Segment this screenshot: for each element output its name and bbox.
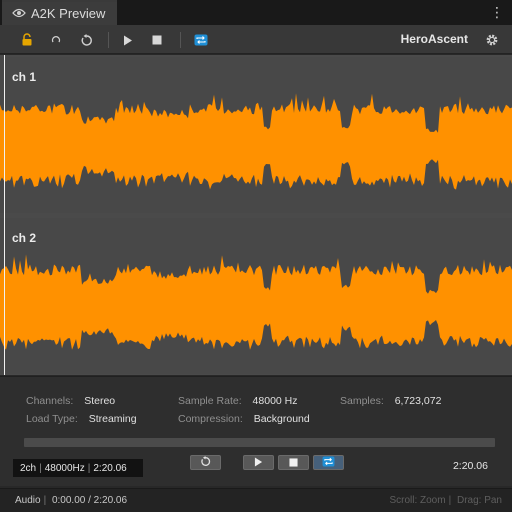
- progress-bar[interactable]: [24, 438, 495, 447]
- play-button[interactable]: [243, 455, 274, 470]
- asset-name: HeroAscent: [400, 32, 468, 46]
- sample-rate-field: Sample Rate: 48000 Hz: [178, 395, 298, 407]
- repeat-icon: [322, 454, 335, 472]
- repeat-icon[interactable]: [191, 30, 211, 50]
- status-hints: Scroll: Zoom | Drag: Pan: [389, 495, 502, 506]
- playback-position: 0:00.00 / 2:20.06: [51, 495, 128, 506]
- format-channels: 2ch: [20, 462, 37, 474]
- channel-2: ch 2: [0, 218, 512, 374]
- stop-button[interactable]: [278, 455, 309, 470]
- duration-label: 2:20.06: [452, 460, 488, 472]
- samples-label: Samples:: [340, 395, 384, 407]
- drag-hint: Drag: Pan: [456, 495, 502, 506]
- toolbar-divider: [180, 32, 181, 48]
- toolbar-divider: [108, 32, 109, 48]
- channels-value: Stereo: [84, 395, 116, 407]
- load-type-value: Streaming: [88, 413, 137, 425]
- waveform-view[interactable]: ch 1 ch 2: [0, 55, 512, 375]
- refresh-icon: [200, 454, 211, 472]
- status-bar: Audio | 0:00.00 / 2:20.06 Scroll: Zoom | D…: [0, 488, 512, 512]
- playhead[interactable]: [4, 55, 5, 375]
- stop-icon[interactable]: [147, 30, 167, 50]
- eye-icon: [12, 5, 26, 23]
- toolbar: HeroAscent: [0, 25, 512, 54]
- load-type-field: Load Type: Streaming: [26, 413, 137, 425]
- loop-button[interactable]: [313, 455, 344, 470]
- format-badge: 2ch | 48000Hz | 2:20.06: [13, 459, 143, 477]
- sample-rate-value: 48000 Hz: [252, 395, 298, 407]
- samples-value: 6,723,072: [394, 395, 442, 407]
- tab-title: A2K Preview: [31, 6, 106, 21]
- gear-icon[interactable]: [482, 30, 502, 50]
- channels-field: Channels: Stereo: [26, 395, 115, 407]
- waveform-ch2: [0, 254, 512, 350]
- play-icon: [254, 454, 263, 472]
- tab-bar: A2K Preview ⋮: [0, 0, 512, 25]
- channel-1: ch 1: [0, 57, 512, 213]
- rewind-button[interactable]: [190, 455, 221, 470]
- samples-field: Samples: 6,723,072: [340, 395, 441, 407]
- format-rate: 48000Hz: [44, 462, 85, 474]
- sample-rate-label: Sample Rate:: [178, 395, 242, 407]
- compression-label: Compression:: [178, 413, 243, 425]
- compression-field: Compression: Background: [178, 413, 310, 425]
- stop-icon: [289, 454, 298, 472]
- play-icon[interactable]: [118, 30, 138, 50]
- load-type-label: Load Type:: [26, 413, 78, 425]
- status-left: Audio | 0:00.00 / 2:20.06: [15, 495, 128, 506]
- format-length: 2:20.06: [93, 462, 127, 474]
- asset-type: Audio: [15, 495, 41, 506]
- lock-icon[interactable]: [17, 30, 37, 50]
- kebab-menu-icon[interactable]: ⋮: [490, 3, 504, 21]
- refresh-icon[interactable]: [76, 30, 96, 50]
- loop-small-icon[interactable]: [46, 30, 66, 50]
- scroll-hint: Scroll: Zoom: [389, 495, 446, 506]
- compression-value: Background: [253, 413, 310, 425]
- channels-label: Channels:: [26, 395, 74, 407]
- waveform-ch1: [0, 93, 512, 190]
- tab-a2k-preview[interactable]: A2K Preview: [2, 0, 117, 25]
